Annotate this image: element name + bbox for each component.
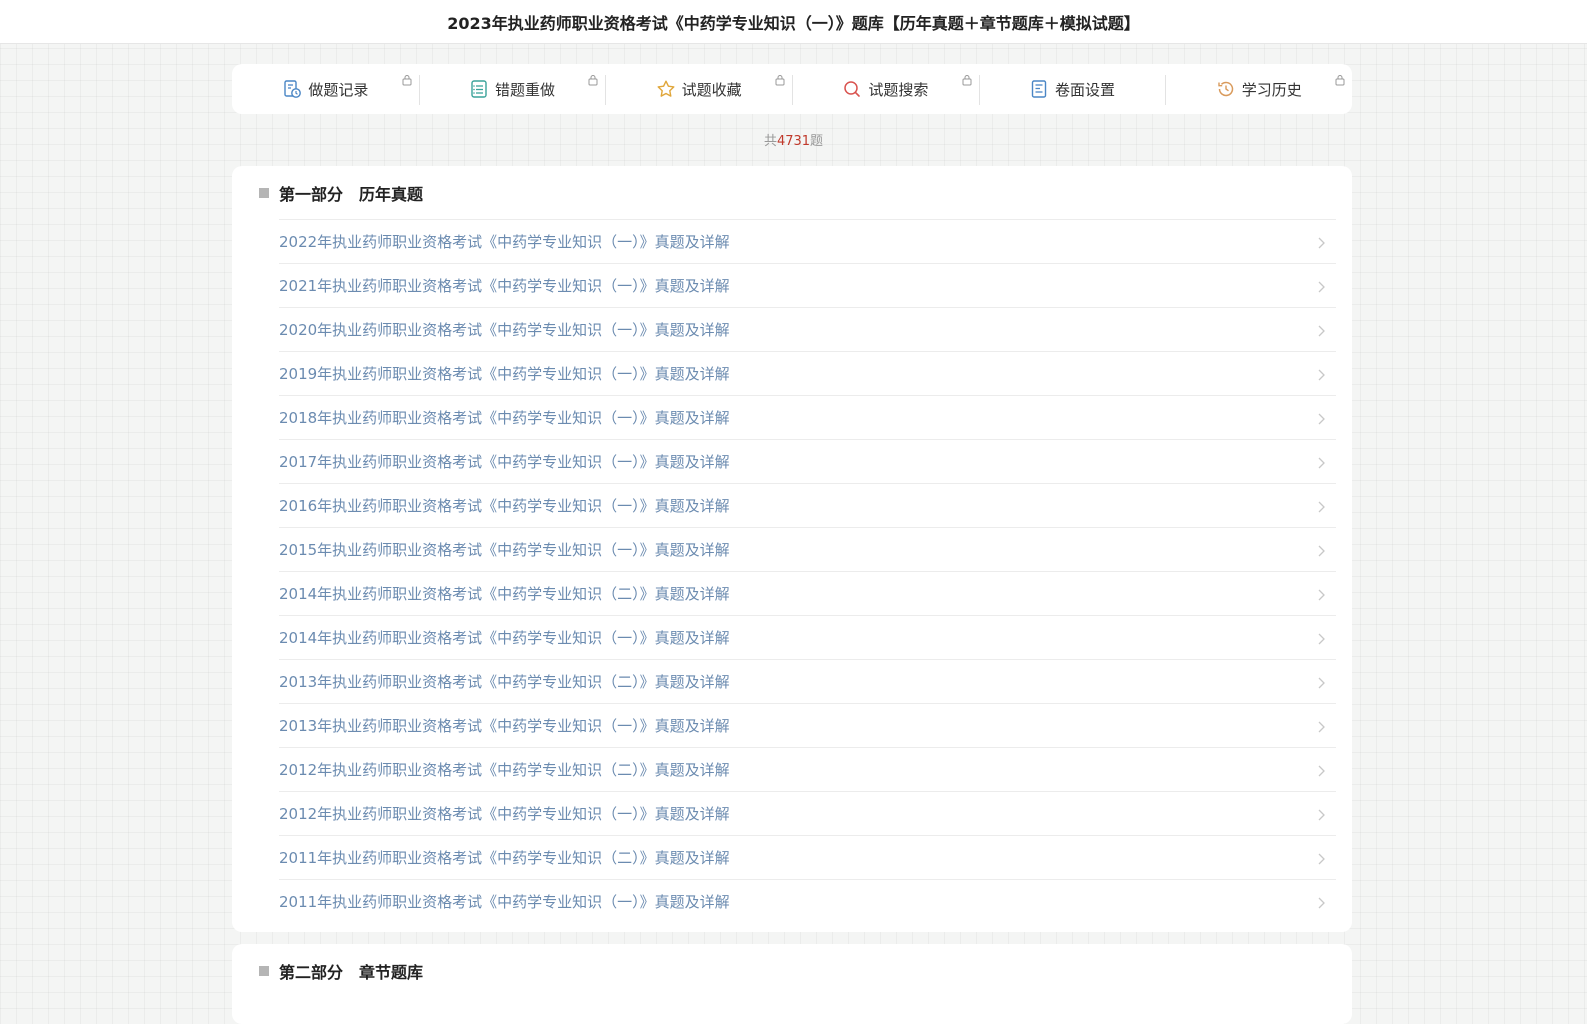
chevron-right-icon	[1314, 323, 1328, 337]
exam-list-item[interactable]: 2016年执业药师职业资格考试《中药学专业知识（一）》真题及详解	[279, 484, 1336, 528]
chevron-right-icon	[1314, 235, 1328, 249]
exam-list-item[interactable]: 2012年执业药师职业资格考试《中药学专业知识（一）》真题及详解	[279, 792, 1336, 836]
chevron-right-icon	[1314, 455, 1328, 469]
exam-item-label: 2011年执业药师职业资格考试《中药学专业知识（二）》真题及详解	[279, 849, 730, 867]
lock-icon	[587, 71, 599, 86]
exam-list-item[interactable]: 2011年执业药师职业资格考试《中药学专业知识（二）》真题及详解	[279, 836, 1336, 880]
exam-list-item[interactable]: 2022年执业药师职业资格考试《中药学专业知识（一）》真题及详解	[279, 220, 1336, 264]
exam-list-item[interactable]: 2013年执业药师职业资格考试《中药学专业知识（二）》真题及详解	[279, 660, 1336, 704]
exam-list-item[interactable]: 2014年执业药师职业资格考试《中药学专业知识（一）》真题及详解	[279, 616, 1336, 660]
exam-list-item[interactable]: 2012年执业药师职业资格考试《中药学专业知识（二）》真题及详解	[279, 748, 1336, 792]
exam-item-label: 2011年执业药师职业资格考试《中药学专业知识（一）》真题及详解	[279, 893, 730, 911]
chevron-right-icon	[1314, 411, 1328, 425]
chevron-right-icon	[1314, 543, 1328, 557]
exam-list-item[interactable]: 2015年执业药师职业资格考试《中药学专业知识（一）》真题及详解	[279, 528, 1336, 572]
chevron-right-icon	[1314, 279, 1328, 293]
tool-wrong-redo[interactable]: 错题重做	[418, 71, 606, 105]
tool-label: 试题收藏	[681, 80, 742, 99]
section-marker	[259, 187, 269, 198]
tool-label: 做题记录	[308, 80, 369, 99]
tool-practice-record[interactable]: 做题记录	[232, 73, 419, 105]
tool-study-history[interactable]: 学习历史	[1165, 73, 1352, 105]
exam-item-label: 2014年执业药师职业资格考试《中药学专业知识（二）》真题及详解	[279, 585, 730, 603]
tool-label: 错题重做	[495, 80, 556, 99]
exam-item-label: 2013年执业药师职业资格考试《中药学专业知识（二）》真题及详解	[279, 673, 730, 691]
section-chapter-bank: 第二部分 章节题库	[232, 944, 1352, 1024]
exam-item-label: 2019年执业药师职业资格考试《中药学专业知识（一）》真题及详解	[279, 365, 730, 383]
tool-label: 卷面设置	[1055, 80, 1116, 99]
lock-icon	[961, 71, 973, 86]
question-count: 共4731题	[0, 130, 1587, 149]
toolbar: 做题记录 错题重做 试题收藏 试题搜索 卷面设置 学习历史	[232, 64, 1352, 114]
chevron-right-icon	[1314, 807, 1328, 821]
exam-item-label: 2012年执业药师职业资格考试《中药学专业知识（二）》真题及详解	[279, 761, 730, 779]
count-prefix: 共	[763, 134, 777, 149]
tool-favorites[interactable]: 试题收藏	[605, 73, 792, 105]
section-header: 第二部分 章节题库	[232, 944, 1352, 997]
count-number: 4731	[776, 134, 811, 149]
exam-list-item[interactable]: 2020年执业药师职业资格考试《中药学专业知识（一）》真题及详解	[279, 308, 1336, 352]
exam-item-label: 2017年执业药师职业资格考试《中药学专业知识（一）》真题及详解	[279, 453, 730, 471]
exam-list-item[interactable]: 2019年执业药师职业资格考试《中药学专业知识（一）》真题及详解	[279, 352, 1336, 396]
history-icon	[1216, 79, 1236, 99]
chevron-right-icon	[1314, 763, 1328, 777]
exam-item-label: 2014年执业药师职业资格考试《中药学专业知识（一）》真题及详解	[279, 629, 730, 647]
chevron-right-icon	[1314, 719, 1328, 733]
top-header: 2023年执业药师职业资格考试《中药学专业知识（一）》题库【历年真题＋章节题库＋…	[0, 0, 1587, 44]
section-header: 第一部分 历年真题	[232, 166, 1352, 219]
page-title: 2023年执业药师职业资格考试《中药学专业知识（一）》题库【历年真题＋章节题库＋…	[447, 13, 1140, 33]
section-marker	[259, 965, 269, 976]
chevron-right-icon	[1314, 587, 1328, 601]
chevron-right-icon	[1314, 631, 1328, 645]
exam-list-item[interactable]: 2013年执业药师职业资格考试《中药学专业知识（一）》真题及详解	[279, 704, 1336, 748]
exam-list-item[interactable]: 2021年执业药师职业资格考试《中药学专业知识（一）》真题及详解	[279, 264, 1336, 308]
tool-search[interactable]: 试题搜索	[792, 73, 979, 105]
exam-list-item[interactable]: 2017年执业药师职业资格考试《中药学专业知识（一）》真题及详解	[279, 440, 1336, 484]
section-past-exams: 第一部分 历年真题 2022年执业药师职业资格考试《中药学专业知识（一）》真题及…	[232, 166, 1352, 932]
exam-item-label: 2022年执业药师职业资格考试《中药学专业知识（一）》真题及详解	[279, 233, 730, 251]
settings-doc-icon	[1029, 79, 1049, 99]
lock-icon	[774, 71, 786, 86]
exam-list-item[interactable]: 2011年执业药师职业资格考试《中药学专业知识（一）》真题及详解	[279, 880, 1336, 923]
exam-list: 2022年执业药师职业资格考试《中药学专业知识（一）》真题及详解 2021年执业药…	[279, 219, 1336, 923]
section-title: 第一部分 历年真题	[279, 184, 424, 204]
tool-paper-settings[interactable]: 卷面设置	[978, 73, 1166, 105]
exam-item-label: 2018年执业药师职业资格考试《中药学专业知识（一）》真题及详解	[279, 409, 730, 427]
record-icon	[282, 79, 302, 99]
chevron-right-icon	[1314, 367, 1328, 381]
section-title: 第二部分 章节题库	[279, 962, 424, 982]
exam-item-label: 2016年执业药师职业资格考试《中药学专业知识（一）》真题及详解	[279, 497, 730, 515]
lock-icon	[401, 71, 413, 86]
chevron-right-icon	[1314, 851, 1328, 865]
chevron-right-icon	[1314, 895, 1328, 909]
exam-item-label: 2020年执业药师职业资格考试《中药学专业知识（一）》真题及详解	[279, 321, 730, 339]
exam-list-item[interactable]: 2018年执业药师职业资格考试《中药学专业知识（一）》真题及详解	[279, 396, 1336, 440]
exam-item-label: 2012年执业药师职业资格考试《中药学专业知识（一）》真题及详解	[279, 805, 730, 823]
search-icon	[842, 79, 862, 99]
tool-label: 试题搜索	[868, 80, 929, 99]
exam-list-item[interactable]: 2014年执业药师职业资格考试《中药学专业知识（二）》真题及详解	[279, 572, 1336, 616]
exam-item-label: 2013年执业药师职业资格考试《中药学专业知识（一）》真题及详解	[279, 717, 730, 735]
star-icon	[656, 79, 676, 99]
chevron-right-icon	[1314, 499, 1328, 513]
count-suffix: 题	[810, 134, 824, 149]
exam-item-label: 2015年执业药师职业资格考试《中药学专业知识（一）》真题及详解	[279, 541, 730, 559]
exam-item-label: 2021年执业药师职业资格考试《中药学专业知识（一）》真题及详解	[279, 277, 730, 295]
redo-list-icon	[469, 79, 489, 99]
tool-label: 学习历史	[1241, 80, 1302, 99]
lock-icon	[1334, 71, 1346, 86]
chevron-right-icon	[1314, 675, 1328, 689]
